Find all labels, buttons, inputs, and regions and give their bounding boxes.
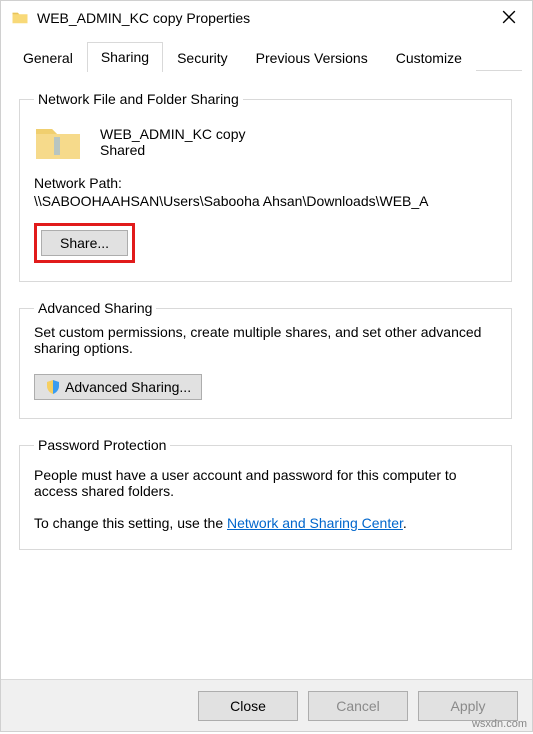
shield-icon	[45, 379, 61, 395]
dialog-footer: Close Cancel Apply	[1, 679, 532, 731]
folder-icon	[11, 9, 29, 27]
network-sharing-center-link[interactable]: Network and Sharing Center	[227, 515, 403, 531]
folder-name: WEB_ADMIN_KC copy	[100, 126, 245, 142]
tab-previous-versions[interactable]: Previous Versions	[242, 44, 382, 72]
password-protection-change: To change this setting, use the Network …	[34, 515, 497, 531]
advanced-sharing-button[interactable]: Advanced Sharing...	[34, 374, 202, 400]
cancel-button[interactable]: Cancel	[308, 691, 408, 721]
password-protection-group: Password Protection People must have a u…	[19, 437, 512, 550]
share-status: Shared	[100, 142, 245, 158]
close-button[interactable]: Close	[198, 691, 298, 721]
advanced-sharing-group: Advanced Sharing Set custom permissions,…	[19, 300, 512, 419]
share-button[interactable]: Share...	[41, 230, 128, 256]
network-sharing-group: Network File and Folder Sharing WEB_ADMI…	[19, 91, 512, 282]
large-folder-icon	[34, 121, 82, 163]
sharing-panel: Network File and Folder Sharing WEB_ADMI…	[9, 71, 522, 679]
titlebar: WEB_ADMIN_KC copy Properties	[1, 1, 532, 35]
close-icon[interactable]	[496, 8, 522, 29]
share-button-highlight: Share...	[34, 223, 135, 263]
content-area: General Sharing Security Previous Versio…	[1, 35, 532, 679]
tab-sharing[interactable]: Sharing	[87, 42, 163, 72]
password-protection-desc: People must have a user account and pass…	[34, 467, 497, 499]
tab-strip: General Sharing Security Previous Versio…	[9, 43, 522, 71]
properties-dialog: WEB_ADMIN_KC copy Properties General Sha…	[0, 0, 533, 732]
network-path-label: Network Path:	[34, 175, 497, 191]
apply-button[interactable]: Apply	[418, 691, 518, 721]
advanced-sharing-desc: Set custom permissions, create multiple …	[34, 324, 497, 356]
window-title: WEB_ADMIN_KC copy Properties	[37, 10, 496, 26]
tab-security[interactable]: Security	[163, 44, 242, 72]
network-sharing-legend: Network File and Folder Sharing	[34, 91, 243, 107]
advanced-sharing-button-label: Advanced Sharing...	[65, 379, 191, 395]
watermark: wsxdn.com	[472, 718, 527, 730]
advanced-sharing-legend: Advanced Sharing	[34, 300, 156, 316]
password-protection-legend: Password Protection	[34, 437, 170, 453]
network-path-value: \\SABOOHAAHSAN\Users\Sabooha Ahsan\Downl…	[34, 193, 497, 209]
tab-general[interactable]: General	[9, 44, 87, 72]
tab-customize[interactable]: Customize	[382, 44, 476, 72]
